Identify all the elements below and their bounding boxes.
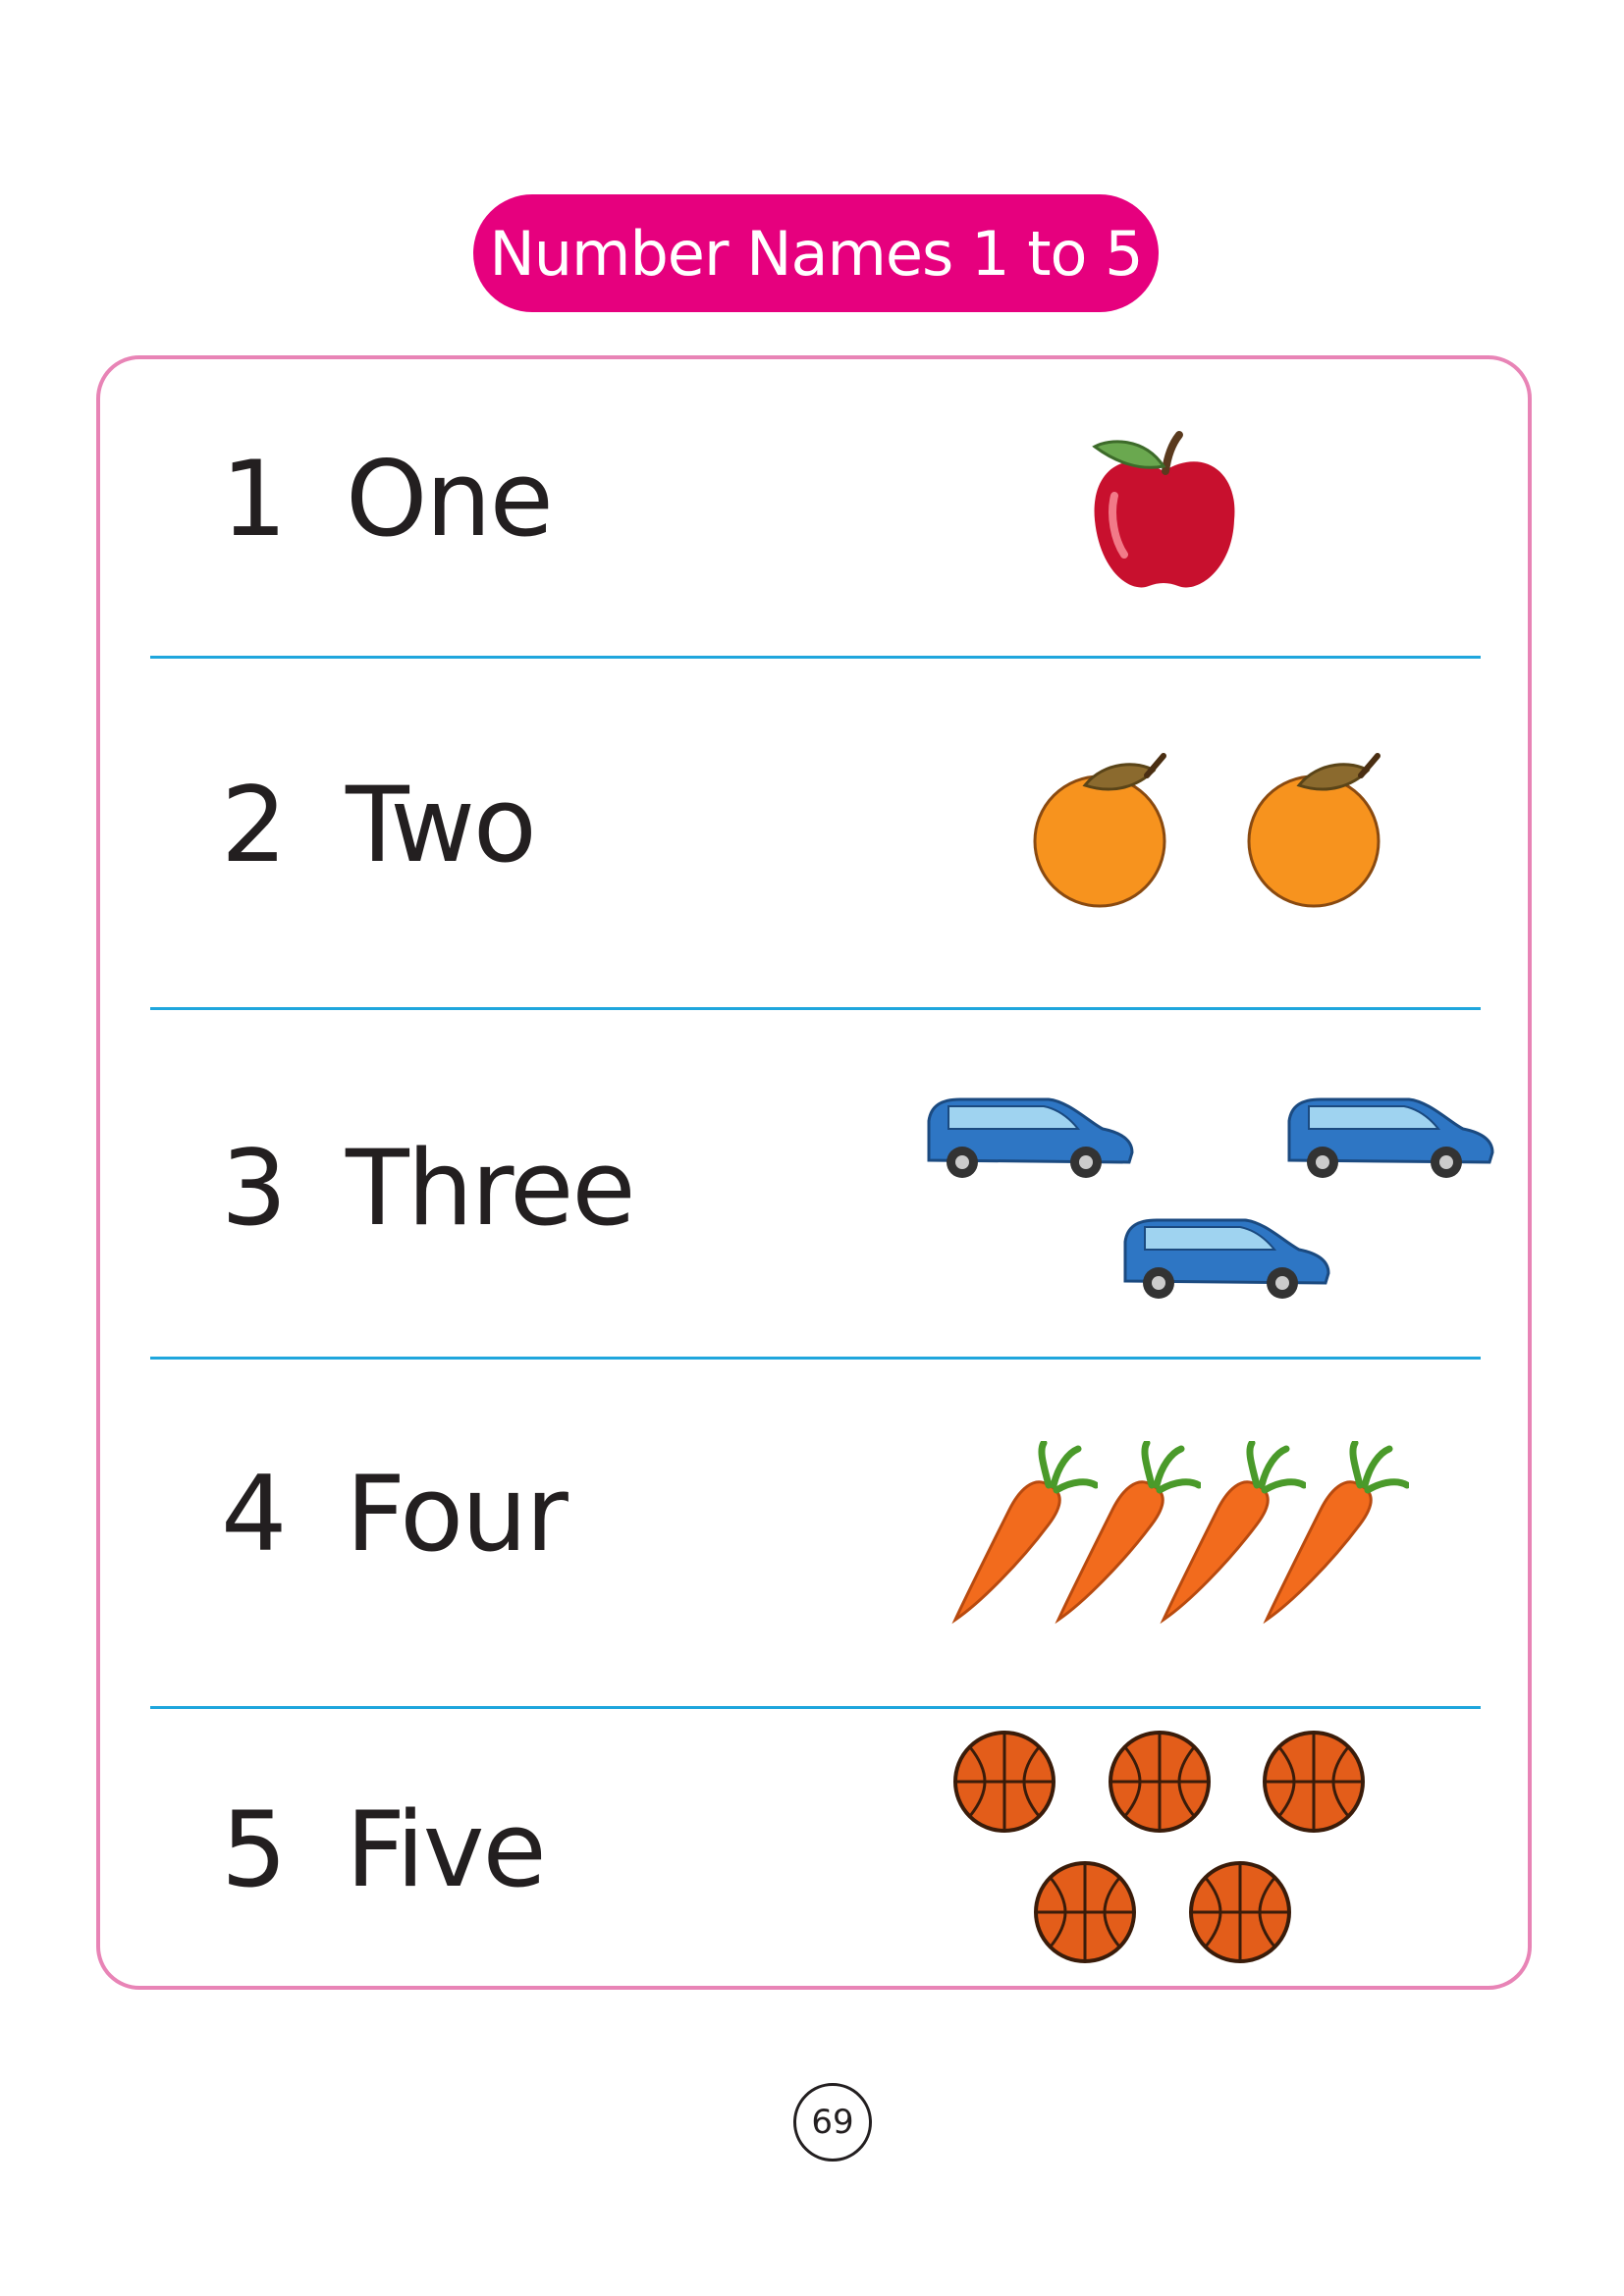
basketball-icon	[953, 1731, 1056, 1833]
car-icon	[1287, 1097, 1494, 1178]
basketball-icon	[1189, 1861, 1291, 1963]
page-title: Number Names 1 to 5	[473, 194, 1159, 312]
row-divider	[150, 1357, 1481, 1360]
number-word: Three	[346, 1128, 636, 1249]
basketball-icon	[1263, 1731, 1365, 1833]
number-word: Four	[346, 1454, 568, 1575]
car-icon	[1123, 1218, 1330, 1299]
number-word: Five	[346, 1789, 547, 1910]
orange-icon	[1247, 753, 1380, 908]
orange-icon	[1033, 753, 1166, 908]
carrot-icon	[1263, 1441, 1409, 1625]
basketball-icon	[1034, 1861, 1136, 1963]
car-icon	[927, 1097, 1134, 1178]
numeral: 1	[221, 439, 288, 560]
page-number: 69	[793, 2083, 872, 2162]
apple-icon	[1092, 431, 1235, 588]
numeral: 3	[221, 1128, 288, 1249]
basketball-icon	[1109, 1731, 1211, 1833]
number-word: One	[346, 439, 554, 560]
row-divider	[150, 1007, 1481, 1010]
row-divider	[150, 656, 1481, 659]
numeral: 2	[221, 765, 288, 885]
numeral: 4	[221, 1454, 288, 1575]
numeral: 5	[221, 1789, 288, 1910]
number-word: Two	[346, 765, 537, 885]
row-divider	[150, 1706, 1481, 1709]
